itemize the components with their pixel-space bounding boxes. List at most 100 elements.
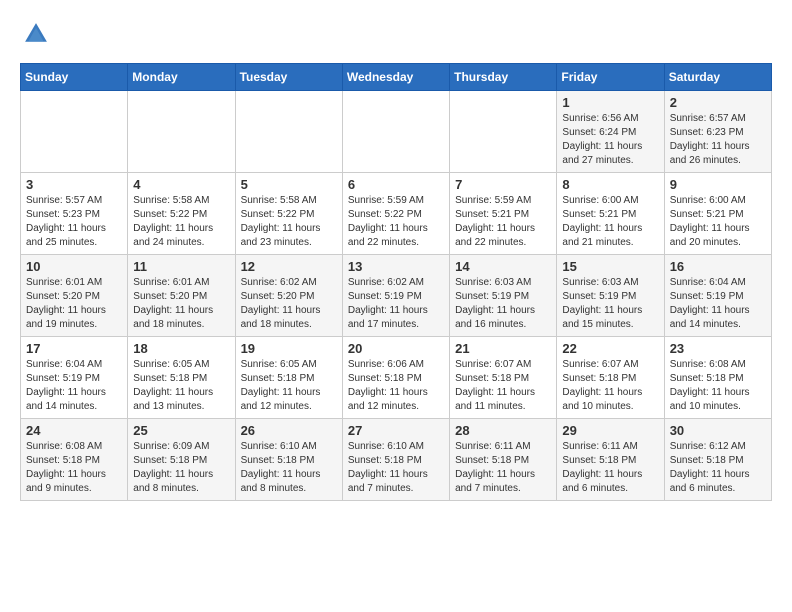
day-info: Sunrise: 6:00 AM Sunset: 5:21 PM Dayligh… [562, 194, 658, 250]
calendar-week-row: 1 Sunrise: 6:56 AM Sunset: 6:24 PM Daylig… [21, 91, 772, 173]
day-number: 4 [133, 177, 229, 192]
day-info: Sunrise: 6:02 AM Sunset: 5:20 PM Dayligh… [241, 276, 337, 332]
calendar-cell: 17 Sunrise: 6:04 AM Sunset: 5:19 PM Dayli… [21, 337, 128, 419]
day-of-week-header: Tuesday [235, 64, 342, 91]
calendar-cell [235, 91, 342, 173]
day-info: Sunrise: 6:04 AM Sunset: 5:19 PM Dayligh… [670, 276, 766, 332]
calendar-cell: 5 Sunrise: 5:58 AM Sunset: 5:22 PM Daylig… [235, 173, 342, 255]
day-info: Sunrise: 6:10 AM Sunset: 5:18 PM Dayligh… [241, 440, 337, 496]
calendar-cell: 28Sunrise: 6:11 AM Sunset: 5:18 PM Dayli… [450, 419, 557, 501]
day-info: Sunrise: 6:03 AM Sunset: 5:19 PM Dayligh… [455, 276, 551, 332]
day-number: 2 [670, 95, 766, 110]
day-of-week-header: Sunday [21, 64, 128, 91]
calendar-cell: 14Sunrise: 6:03 AM Sunset: 5:19 PM Dayli… [450, 255, 557, 337]
day-number: 8 [562, 177, 658, 192]
calendar-week-row: 3 Sunrise: 5:57 AM Sunset: 5:23 PM Daylig… [21, 173, 772, 255]
day-number: 26 [241, 423, 337, 438]
day-info: Sunrise: 6:56 AM Sunset: 6:24 PM Dayligh… [562, 112, 658, 168]
calendar-cell: 8 Sunrise: 6:00 AM Sunset: 5:21 PM Daylig… [557, 173, 664, 255]
logo [20, 20, 50, 53]
day-info: Sunrise: 5:59 AM Sunset: 5:21 PM Dayligh… [455, 194, 551, 250]
day-number: 13 [348, 259, 444, 274]
day-number: 7 [455, 177, 551, 192]
day-number: 16 [670, 259, 766, 274]
day-info: Sunrise: 6:12 AM Sunset: 5:18 PM Dayligh… [670, 440, 766, 496]
calendar-cell [450, 91, 557, 173]
day-info: Sunrise: 6:08 AM Sunset: 5:18 PM Dayligh… [670, 358, 766, 414]
day-info: Sunrise: 6:01 AM Sunset: 5:20 PM Dayligh… [26, 276, 122, 332]
calendar-cell: 23 Sunrise: 6:08 AM Sunset: 5:18 PM Dayli… [664, 337, 771, 419]
day-number: 21 [455, 341, 551, 356]
day-info: Sunrise: 6:11 AM Sunset: 5:18 PM Dayligh… [455, 440, 551, 496]
day-number: 29 [562, 423, 658, 438]
day-info: Sunrise: 6:02 AM Sunset: 5:19 PM Dayligh… [348, 276, 444, 332]
day-number: 22 [562, 341, 658, 356]
calendar-cell: 15 Sunrise: 6:03 AM Sunset: 5:19 PM Dayli… [557, 255, 664, 337]
day-number: 3 [26, 177, 122, 192]
day-number: 9 [670, 177, 766, 192]
calendar-table: SundayMondayTuesdayWednesdayThursdayFrid… [20, 63, 772, 501]
day-info: Sunrise: 6:57 AM Sunset: 6:23 PM Dayligh… [670, 112, 766, 168]
day-number: 6 [348, 177, 444, 192]
calendar-cell: 27Sunrise: 6:10 AM Sunset: 5:18 PM Dayli… [342, 419, 449, 501]
calendar-cell [128, 91, 235, 173]
day-info: Sunrise: 6:03 AM Sunset: 5:19 PM Dayligh… [562, 276, 658, 332]
day-number: 17 [26, 341, 122, 356]
calendar-cell [342, 91, 449, 173]
day-info: Sunrise: 6:09 AM Sunset: 5:18 PM Dayligh… [133, 440, 229, 496]
day-info: Sunrise: 5:58 AM Sunset: 5:22 PM Dayligh… [133, 194, 229, 250]
calendar-cell: 25Sunrise: 6:09 AM Sunset: 5:18 PM Dayli… [128, 419, 235, 501]
day-info: Sunrise: 5:57 AM Sunset: 5:23 PM Dayligh… [26, 194, 122, 250]
day-number: 12 [241, 259, 337, 274]
calendar-cell: 19 Sunrise: 6:05 AM Sunset: 5:18 PM Dayli… [235, 337, 342, 419]
calendar-cell: 3 Sunrise: 5:57 AM Sunset: 5:23 PM Daylig… [21, 173, 128, 255]
calendar-cell: 20 Sunrise: 6:06 AM Sunset: 5:18 PM Dayli… [342, 337, 449, 419]
day-of-week-header: Monday [128, 64, 235, 91]
day-info: Sunrise: 5:59 AM Sunset: 5:22 PM Dayligh… [348, 194, 444, 250]
calendar-week-row: 10 Sunrise: 6:01 AM Sunset: 5:20 PM Dayli… [21, 255, 772, 337]
day-number: 20 [348, 341, 444, 356]
calendar-header-row: SundayMondayTuesdayWednesdayThursdayFrid… [21, 64, 772, 91]
day-number: 15 [562, 259, 658, 274]
day-info: Sunrise: 6:04 AM Sunset: 5:19 PM Dayligh… [26, 358, 122, 414]
day-number: 23 [670, 341, 766, 356]
day-number: 1 [562, 95, 658, 110]
day-number: 10 [26, 259, 122, 274]
day-info: Sunrise: 6:05 AM Sunset: 5:18 PM Dayligh… [241, 358, 337, 414]
day-info: Sunrise: 6:10 AM Sunset: 5:18 PM Dayligh… [348, 440, 444, 496]
calendar-cell: 22Sunrise: 6:07 AM Sunset: 5:18 PM Dayli… [557, 337, 664, 419]
day-info: Sunrise: 6:11 AM Sunset: 5:18 PM Dayligh… [562, 440, 658, 496]
day-of-week-header: Thursday [450, 64, 557, 91]
calendar-cell: 7 Sunrise: 5:59 AM Sunset: 5:21 PM Daylig… [450, 173, 557, 255]
calendar-cell [21, 91, 128, 173]
calendar-cell: 11 Sunrise: 6:01 AM Sunset: 5:20 PM Dayli… [128, 255, 235, 337]
day-info: Sunrise: 6:01 AM Sunset: 5:20 PM Dayligh… [133, 276, 229, 332]
calendar-cell: 4 Sunrise: 5:58 AM Sunset: 5:22 PM Daylig… [128, 173, 235, 255]
calendar-week-row: 24 Sunrise: 6:08 AM Sunset: 5:18 PM Dayli… [21, 419, 772, 501]
calendar-cell: 10 Sunrise: 6:01 AM Sunset: 5:20 PM Dayli… [21, 255, 128, 337]
calendar-cell: 6 Sunrise: 5:59 AM Sunset: 5:22 PM Daylig… [342, 173, 449, 255]
day-number: 19 [241, 341, 337, 356]
day-of-week-header: Friday [557, 64, 664, 91]
day-info: Sunrise: 6:08 AM Sunset: 5:18 PM Dayligh… [26, 440, 122, 496]
day-info: Sunrise: 6:05 AM Sunset: 5:18 PM Dayligh… [133, 358, 229, 414]
calendar-cell: 21Sunrise: 6:07 AM Sunset: 5:18 PM Dayli… [450, 337, 557, 419]
day-number: 30 [670, 423, 766, 438]
day-info: Sunrise: 6:00 AM Sunset: 5:21 PM Dayligh… [670, 194, 766, 250]
day-number: 18 [133, 341, 229, 356]
calendar-cell: 30 Sunrise: 6:12 AM Sunset: 5:18 PM Dayli… [664, 419, 771, 501]
calendar-cell: 13 Sunrise: 6:02 AM Sunset: 5:19 PM Dayli… [342, 255, 449, 337]
calendar-cell: 29 Sunrise: 6:11 AM Sunset: 5:18 PM Dayli… [557, 419, 664, 501]
day-number: 11 [133, 259, 229, 274]
page-header [20, 20, 772, 53]
calendar-cell: 18 Sunrise: 6:05 AM Sunset: 5:18 PM Dayli… [128, 337, 235, 419]
day-of-week-header: Wednesday [342, 64, 449, 91]
calendar-cell: 12 Sunrise: 6:02 AM Sunset: 5:20 PM Dayli… [235, 255, 342, 337]
calendar-cell: 26 Sunrise: 6:10 AM Sunset: 5:18 PM Dayli… [235, 419, 342, 501]
day-number: 5 [241, 177, 337, 192]
day-info: Sunrise: 6:06 AM Sunset: 5:18 PM Dayligh… [348, 358, 444, 414]
calendar-cell: 9 Sunrise: 6:00 AM Sunset: 5:21 PM Daylig… [664, 173, 771, 255]
calendar-cell: 2 Sunrise: 6:57 AM Sunset: 6:23 PM Daylig… [664, 91, 771, 173]
day-number: 24 [26, 423, 122, 438]
day-info: Sunrise: 5:58 AM Sunset: 5:22 PM Dayligh… [241, 194, 337, 250]
